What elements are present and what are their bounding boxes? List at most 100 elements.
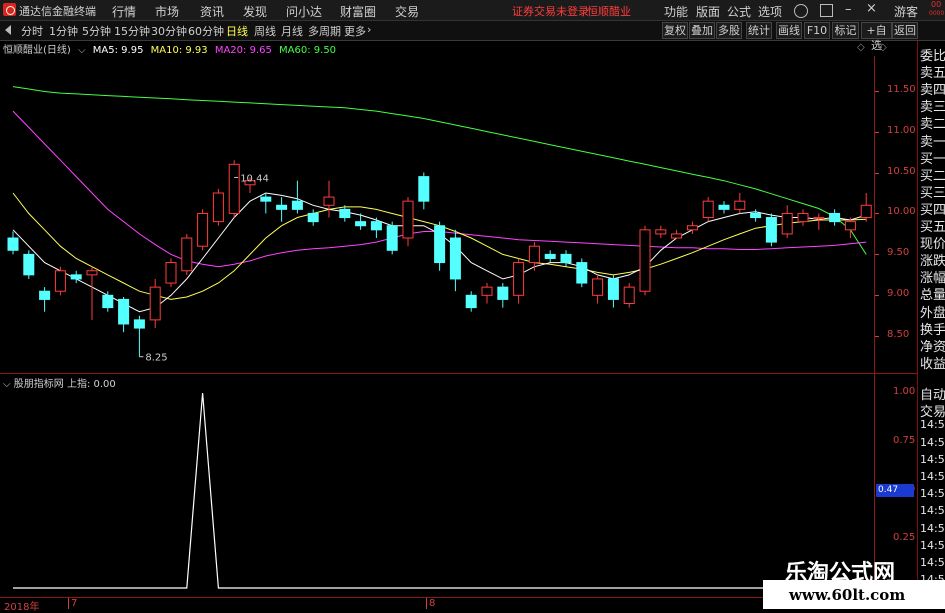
candle[interactable] — [276, 197, 288, 222]
period-15min[interactable]: 15分钟 — [114, 23, 150, 39]
candle[interactable] — [702, 197, 714, 222]
sidebar-trade-item[interactable]: 14:56 — [920, 556, 945, 569]
menu-hangqing[interactable]: 行情 — [112, 3, 136, 20]
candle[interactable] — [212, 188, 224, 226]
login-notice[interactable]: 证券交易未登录 — [512, 3, 589, 19]
period-monthly[interactable]: 月线 — [281, 23, 303, 39]
candle[interactable] — [560, 250, 572, 267]
candle[interactable] — [118, 296, 130, 333]
candle[interactable] — [513, 258, 525, 304]
period-multi[interactable]: 多周期 — [308, 23, 341, 39]
period-more[interactable]: 更多 — [344, 23, 366, 39]
candle[interactable] — [323, 180, 335, 218]
candle[interactable] — [734, 192, 746, 214]
button-huaxian[interactable]: 画线 — [776, 22, 802, 39]
indicator-chart[interactable] — [0, 374, 875, 592]
candle[interactable] — [54, 266, 66, 296]
menu-caifuquan[interactable]: 财富圈 — [340, 3, 376, 20]
sidebar-trade-item[interactable]: 14:56 — [920, 504, 945, 517]
period-60min[interactable]: 60分钟 — [188, 23, 224, 39]
candle[interactable] — [860, 192, 872, 222]
candle[interactable] — [418, 172, 430, 210]
menu-shichang[interactable]: 市场 — [155, 3, 179, 20]
candle[interactable] — [497, 283, 509, 308]
candle[interactable] — [7, 231, 19, 255]
candle[interactable] — [797, 209, 809, 226]
menu-zixun[interactable]: 资讯 — [200, 3, 224, 20]
sidebar-trade-item[interactable]: 14:56 — [920, 436, 945, 449]
sidebar-trade-item[interactable]: 14:56 — [920, 487, 945, 500]
candle[interactable] — [528, 242, 540, 271]
candle[interactable] — [544, 250, 556, 263]
candle[interactable] — [718, 201, 730, 214]
candle[interactable] — [813, 213, 825, 230]
menu-jiaoyi[interactable]: 交易 — [395, 3, 419, 20]
menu-gongshi[interactable]: 公式 — [727, 3, 751, 20]
period-fenshi[interactable]: 分时 — [21, 23, 43, 39]
candle[interactable] — [402, 197, 414, 247]
menu-faxian[interactable]: 发现 — [243, 3, 267, 20]
candle[interactable] — [639, 225, 651, 296]
candle[interactable] — [481, 283, 493, 304]
close-icon[interactable]: × — [866, 1, 877, 16]
candle[interactable] — [765, 213, 777, 247]
candle[interactable] — [291, 180, 303, 214]
collapse-left-icon[interactable] — [5, 25, 11, 35]
menu-xuanxiang[interactable]: 选项 — [758, 3, 782, 20]
mail-icon[interactable] — [820, 4, 833, 17]
candle[interactable] — [434, 221, 446, 271]
candle[interactable] — [671, 229, 683, 239]
period-daily[interactable]: 日线 — [226, 23, 248, 39]
button-f10[interactable]: F10 — [804, 22, 830, 39]
candle[interactable] — [165, 258, 177, 288]
sidebar-trade-item[interactable]: 14:56 — [920, 470, 945, 483]
sidebar-trade-item[interactable]: 14:56 — [920, 539, 945, 552]
candle[interactable] — [750, 209, 762, 222]
sidebar-label[interactable]: 收益 — [920, 353, 945, 372]
minimize-icon[interactable]: – — [845, 2, 852, 17]
candle[interactable] — [181, 233, 193, 275]
candle[interactable] — [386, 221, 398, 255]
candle[interactable] — [781, 205, 793, 239]
candle[interactable] — [86, 266, 98, 320]
candle[interactable] — [102, 291, 114, 312]
menu-gongneng[interactable]: 功能 — [664, 3, 688, 20]
candle[interactable] — [829, 209, 841, 226]
candle[interactable] — [370, 217, 382, 239]
sidebar-trade-item[interactable]: 交易 — [920, 401, 945, 420]
candle[interactable] — [592, 274, 604, 304]
candlestick-chart[interactable]: 10.44 8.25 — [0, 56, 917, 373]
candle[interactable] — [576, 258, 588, 288]
candle[interactable] — [465, 291, 477, 312]
period-30min[interactable]: 30分钟 — [151, 23, 187, 39]
candle[interactable] — [449, 229, 461, 292]
sidebar-trade-item[interactable]: 14:56 — [920, 418, 945, 431]
candle[interactable] — [655, 225, 667, 239]
sidebar-trade-item[interactable]: 14:56 — [920, 453, 945, 466]
sidebar-trade-item[interactable]: 自动 — [920, 384, 945, 403]
candle[interactable] — [149, 278, 161, 329]
menu-banmian[interactable]: 版面 — [696, 3, 720, 20]
candle[interactable] — [260, 192, 272, 214]
candle[interactable] — [39, 287, 51, 312]
settings-icon[interactable]: ◇ — [857, 42, 865, 53]
period-1min[interactable]: 1分钟 — [49, 23, 78, 39]
button-fuquan[interactable]: 复权 — [662, 22, 688, 39]
candle[interactable] — [607, 274, 619, 308]
button-zixuan[interactable]: +自选 — [861, 22, 892, 52]
candle[interactable] — [197, 209, 209, 251]
button-duogu[interactable]: 多股 — [716, 22, 742, 39]
period-weekly[interactable]: 周线 — [254, 23, 276, 39]
button-diejia[interactable]: 叠加 — [689, 22, 715, 39]
button-fanhui[interactable]: 返回 — [892, 22, 918, 39]
menu-wenxiaoda[interactable]: 问小达 — [286, 3, 322, 20]
candle[interactable] — [133, 315, 145, 357]
user-icon[interactable] — [794, 4, 808, 18]
button-biaoji[interactable]: 标记 — [832, 22, 859, 39]
more-chevron-icon[interactable]: › — [367, 23, 371, 36]
period-5min[interactable]: 5分钟 — [82, 23, 111, 39]
candle[interactable] — [307, 209, 319, 226]
dropdown-icon[interactable]: ⌵ — [78, 45, 86, 56]
candle[interactable] — [623, 283, 635, 308]
expand-icon[interactable]: ◇ — [879, 42, 887, 53]
